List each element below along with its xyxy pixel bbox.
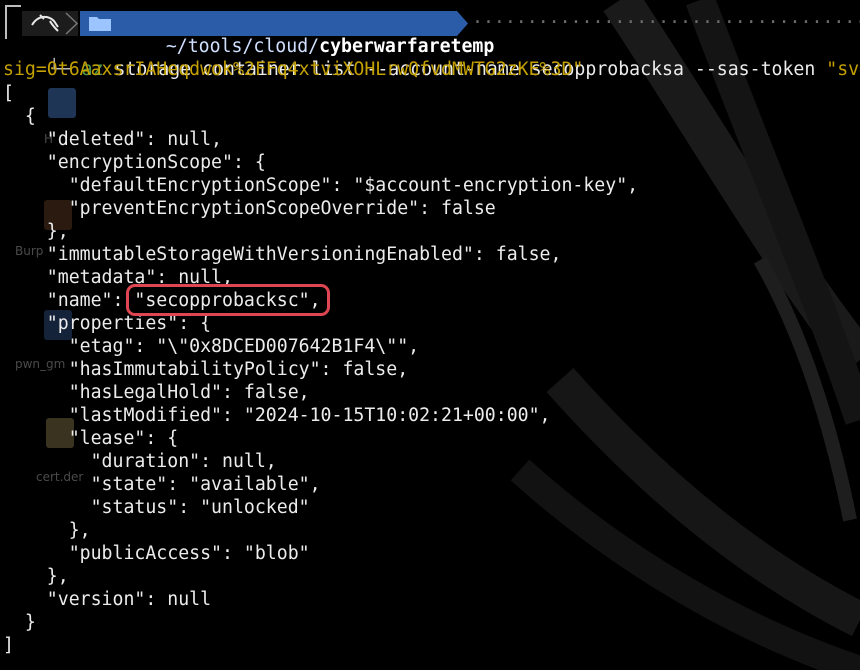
prompt-filler-dots: ········································… [472, 12, 860, 33]
output-line: "encryptionScope": { [3, 152, 266, 173]
folder-icon [89, 17, 111, 31]
terminal-output[interactable]: ~/tools/cloud/cyberwarfaretemp ·········… [0, 0, 860, 670]
output-line: "version": null [3, 589, 212, 610]
output-line: "preventEncryptionScopeOverride": false [3, 198, 496, 219]
output-line: }, [3, 221, 69, 242]
command-token-start: "sv=202 [826, 59, 860, 80]
output-line: "duration": null, [3, 451, 277, 472]
output-line: [ [3, 83, 14, 104]
output-line: "lastModified": "2024-10-15T10:02:21+00:… [3, 405, 551, 426]
command-line: └─ az storage container list --account-n… [5, 35, 860, 80]
output-line: "hasLegalHold": false, [3, 382, 310, 403]
output-line: "status": "unlocked" [3, 497, 310, 518]
output-line: "deleted": null, [3, 129, 222, 150]
kali-dragon-icon [31, 14, 59, 32]
prompt-path: ~/tools/cloud/cyberwarfaretemp [122, 12, 495, 57]
output-line: "immutableStorageWithVersioningEnabled":… [3, 244, 562, 265]
output-line: "hasImmutabilityPolicy": false, [3, 359, 409, 380]
output-line: } [3, 612, 36, 633]
output-line: { [3, 106, 36, 127]
output-line: "publicAccess": "blob" [3, 543, 310, 564]
prompt-corner [5, 5, 21, 39]
output-line: "lease": { [3, 428, 179, 449]
prompt-path-arrow-icon [457, 11, 468, 36]
prompt-arrow-icon [65, 12, 79, 35]
output-line: }, [3, 566, 69, 587]
output-line: "etag": "\"0x8DCED007642B1F4\"", [3, 336, 420, 357]
output-line: }, [3, 520, 91, 541]
output-line: "state": "available", [3, 474, 321, 495]
output-line: "defaultEncryptionScope": "$account-encr… [3, 175, 639, 196]
output-line: ] [3, 635, 14, 656]
command-token-continued: sig=0t6AaxsrIAHeqdwok%2FFq4xtviXOHLrwQfv… [3, 59, 584, 80]
name-highlight-annotation [126, 284, 330, 316]
